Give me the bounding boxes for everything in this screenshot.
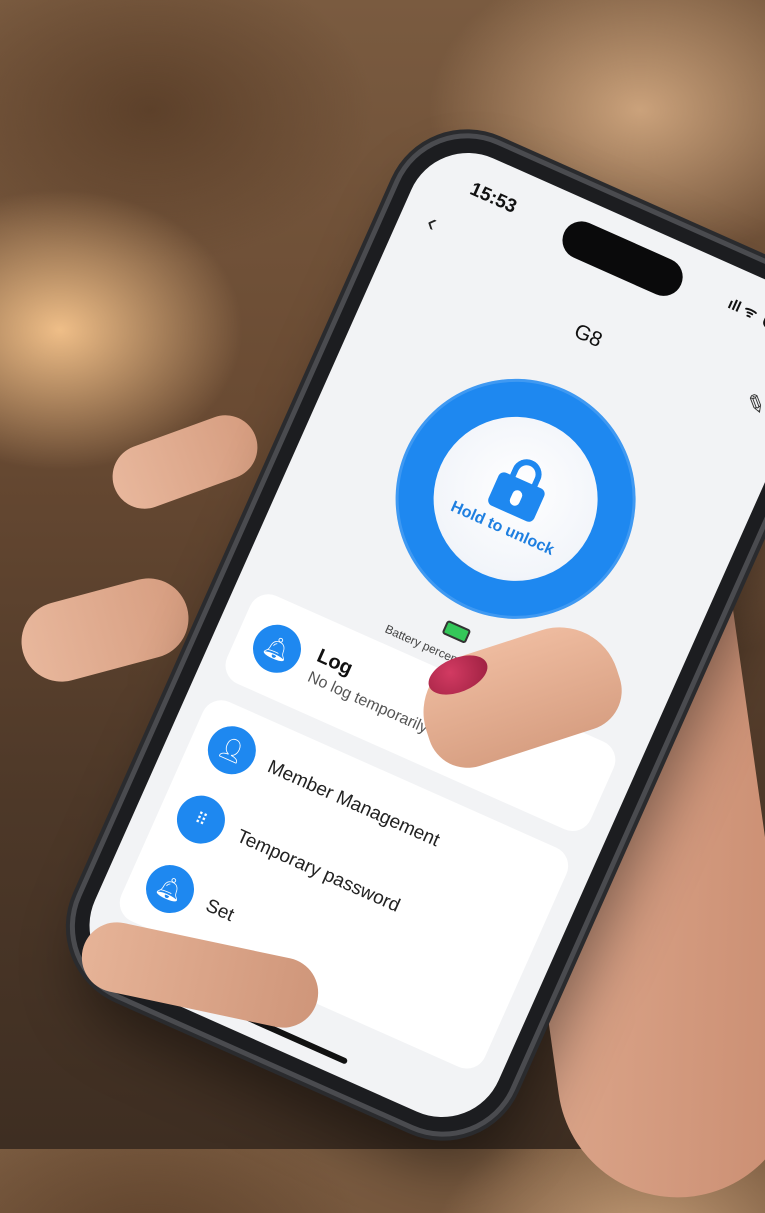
lock-icon [484,450,557,525]
bell-icon: 🔔︎ [138,857,202,921]
photo-scene: 15:53 ıll ᯤ 62 ‹ G8 ✎ Hold to unlock [0,0,765,1213]
dynamic-island [556,215,689,303]
status-icons: ıll ᯤ 62 [725,294,765,337]
back-chevron-icon[interactable]: ‹ [422,207,442,239]
bell-icon: 🔔︎ [245,617,309,681]
battery-icon [441,619,472,644]
hand-finger [103,406,267,518]
unlock-button-face[interactable]: Hold to unlock [407,390,624,608]
keypad-icon: ⠿ [169,787,233,852]
menu-item-label: Set [202,895,238,927]
hand-finger [12,569,198,691]
signal-wifi-icon: ıll ᯤ [725,295,760,324]
user-icon: 👤︎ [200,718,264,782]
status-time: 15:53 [466,178,520,218]
battery-status-icon: 62 [760,312,765,336]
